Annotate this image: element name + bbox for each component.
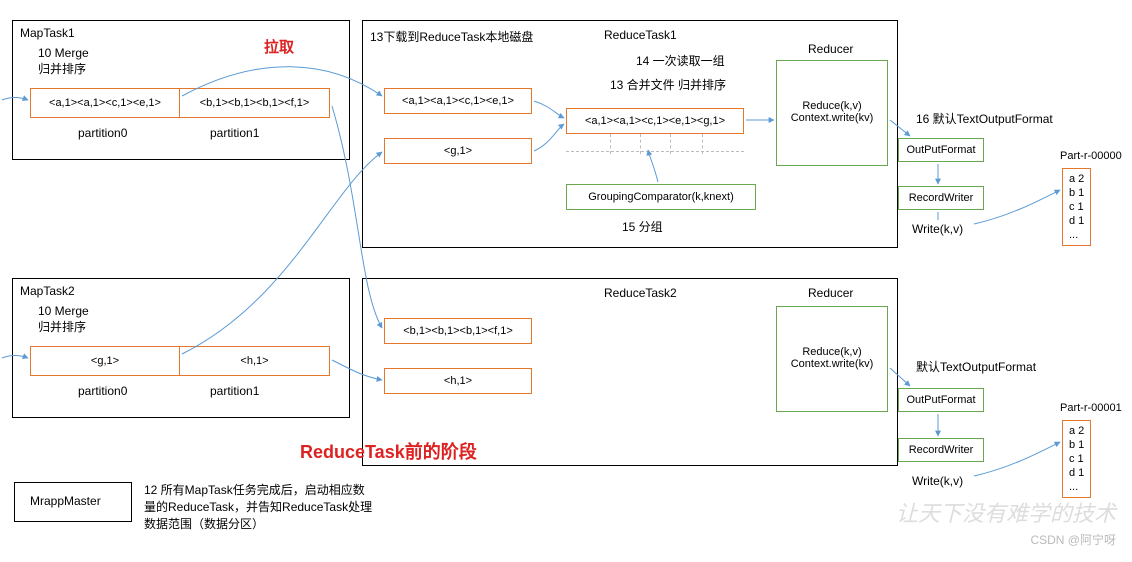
- step16: 16 默认TextOutputFormat: [916, 110, 1053, 127]
- outputformat2: OutPutFormat: [898, 388, 984, 412]
- maptask2-partition0-data: <g,1>: [30, 346, 180, 376]
- reducetask2-title: ReduceTask2: [604, 286, 677, 300]
- pull-label: 拉取: [264, 36, 294, 57]
- outfile1: Part-r-00000: [1060, 150, 1122, 162]
- maptask2-partition0-label: partition0: [78, 384, 127, 398]
- step13-download: 13下载到ReduceTask本地磁盘: [370, 28, 533, 45]
- watermark-slogan: 让天下没有难学的技术: [896, 496, 1116, 528]
- maptask2-partition1-data: <h,1>: [180, 346, 330, 376]
- reducer2-title: Reducer: [808, 286, 853, 300]
- reducetask1-local2: <g,1>: [384, 138, 532, 164]
- step15: 15 分组: [622, 218, 663, 235]
- reducetask1-title: ReduceTask1: [604, 28, 677, 42]
- reducetask2-local2: <h,1>: [384, 368, 532, 394]
- mrappmaster-title: MrappMaster: [30, 494, 101, 508]
- recordwriter2: RecordWriter: [898, 438, 984, 462]
- write1: Write(k,v): [912, 222, 963, 236]
- outdata1: a 2 b 1 c 1 d 1 ...: [1062, 168, 1091, 246]
- reducetask1-merged: <a,1><a,1><c,1><e,1><g,1>: [566, 108, 744, 134]
- outputformat1: OutPutFormat: [898, 138, 984, 162]
- phase-label: ReduceTask前的阶段: [300, 438, 477, 464]
- maptask1-title: MapTask1: [20, 26, 75, 40]
- maptask1-partition0-data: <a,1><a,1><c,1><e,1>: [30, 88, 180, 118]
- default2: 默认TextOutputFormat: [916, 358, 1036, 375]
- write2: Write(k,v): [912, 474, 963, 488]
- maptask1-merge-label: 10 Merge 归并排序: [38, 46, 89, 77]
- maptask1-partition1-label: partition1: [210, 126, 259, 140]
- recordwriter1: RecordWriter: [898, 186, 984, 210]
- maptask2-partition1-label: partition1: [210, 384, 259, 398]
- reducer1-title: Reducer: [808, 42, 853, 56]
- reducetask1-local1: <a,1><a,1><c,1><e,1>: [384, 88, 532, 114]
- mrappmaster-desc: 12 所有MapTask任务完成后，启动相应数量的ReduceTask，并告知R…: [144, 482, 374, 533]
- maptask2-title: MapTask2: [20, 284, 75, 298]
- maptask1-partition1-data: <b,1><b,1><b,1><f,1>: [180, 88, 330, 118]
- watermark-author: CSDN @阿宁呀: [1030, 531, 1116, 548]
- reducer2-body: Reduce(k,v) Context.write(kv): [784, 346, 880, 370]
- maptask1-partition0-label: partition0: [78, 126, 127, 140]
- step14: 14 一次读取一组: [636, 52, 725, 69]
- reducetask2-local1: <b,1><b,1><b,1><f,1>: [384, 318, 532, 344]
- step13-merge: 13 合并文件 归并排序: [610, 76, 726, 93]
- outdata2: a 2 b 1 c 1 d 1 ...: [1062, 420, 1091, 498]
- reducer1-body: Reduce(k,v) Context.write(kv): [784, 100, 880, 124]
- grouping-comparator: GroupingComparator(k,knext): [566, 184, 756, 210]
- maptask2-merge-label: 10 Merge 归并排序: [38, 304, 89, 335]
- outfile2: Part-r-00001: [1060, 402, 1122, 414]
